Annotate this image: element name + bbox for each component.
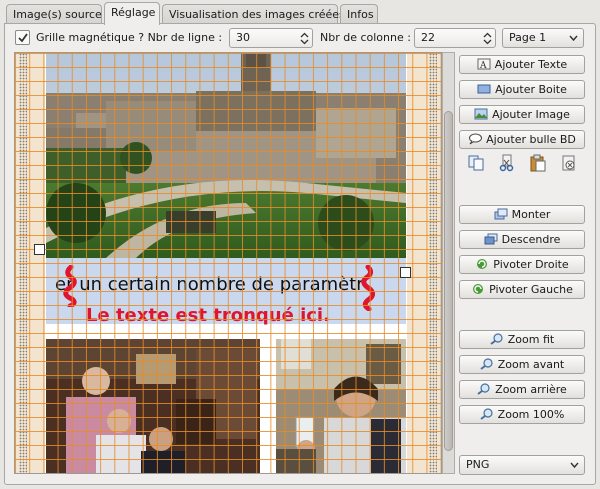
delete-icon[interactable]	[560, 154, 578, 172]
right-squiggle-mark	[361, 265, 376, 311]
add-bubble-button[interactable]: Ajouter bulle BD	[459, 130, 585, 149]
format-select-value: PNG	[466, 458, 490, 471]
left-squiggle-mark	[63, 265, 77, 307]
columns-spinbox[interactable]: 22	[414, 28, 496, 48]
right-ruler-dots	[429, 53, 437, 473]
columns-value: 22	[421, 31, 435, 44]
tab-label: Image(s) source	[13, 8, 102, 21]
canvas-scrollbar[interactable]	[442, 52, 455, 474]
checkmark-icon	[18, 33, 28, 43]
magnetic-grid-checkbox[interactable]	[15, 30, 30, 45]
add-text-button[interactable]: A Ajouter Texte	[459, 55, 585, 74]
textbox-text: er un certain nombre de paramètr	[55, 274, 364, 295]
move-up-button[interactable]: Monter	[459, 205, 585, 224]
tab-bar: Image(s) source Réglage Visualisation de…	[0, 0, 600, 25]
paste-icon[interactable]	[529, 154, 547, 172]
zoom-in-label: Zoom avant	[497, 358, 565, 371]
speech-bubble-icon	[469, 133, 483, 145]
zoom-100-icon	[480, 408, 493, 420]
move-up-icon	[494, 208, 508, 220]
add-image-icon	[474, 108, 488, 120]
family-image	[46, 339, 260, 473]
add-image-label: Ajouter Image	[492, 108, 570, 121]
move-down-icon	[484, 233, 498, 245]
left-ruler-dots	[19, 53, 27, 473]
scrollbar-thumb[interactable]	[444, 111, 453, 451]
rotate-right-label: Pivoter Droite	[493, 258, 569, 271]
cut-icon[interactable]	[498, 154, 516, 172]
chevron-down-icon	[569, 35, 578, 42]
resize-handle-left[interactable]	[34, 244, 45, 255]
rotate-left-icon	[473, 284, 484, 294]
resize-handle-right[interactable]	[400, 267, 411, 278]
zoom-out-label: Zoom arrière	[495, 383, 567, 396]
rotate-right-button[interactable]: Pivoter Droite	[459, 255, 585, 274]
zoom-100-label: Zoom 100%	[497, 408, 565, 421]
add-bubble-label: Ajouter bulle BD	[486, 133, 576, 146]
zoom-out-button[interactable]: Zoom arrière	[459, 380, 585, 399]
move-down-button[interactable]: Descendre	[459, 230, 585, 249]
page-canvas[interactable]: er un certain nombre de paramètr Le text…	[14, 52, 442, 474]
spin-arrows-icon[interactable]	[300, 32, 309, 45]
add-box-icon	[477, 84, 491, 94]
zoom-out-icon	[477, 383, 490, 395]
tab-image-source[interactable]: Image(s) source	[6, 4, 102, 24]
page-select-value: Page 1	[509, 31, 547, 44]
zoom-fit-button[interactable]: Zoom fit	[459, 330, 585, 349]
magnetic-grid-label: Grille magnétique ? Nbr de ligne :	[36, 31, 223, 44]
columns-label: Nbr de colonne :	[320, 31, 411, 44]
girl-image	[276, 339, 406, 473]
tab-reglage[interactable]: Réglage	[104, 2, 160, 25]
cityscape-image	[46, 53, 406, 258]
format-select[interactable]: PNG	[459, 455, 585, 475]
zoom-in-icon	[480, 358, 493, 370]
zoom-fit-label: Zoom fit	[507, 333, 555, 346]
rotate-left-label: Pivoter Gauche	[489, 283, 573, 296]
zoom-in-button[interactable]: Zoom avant	[459, 355, 585, 374]
tab-visualisation[interactable]: Visualisation des images créées	[162, 4, 345, 24]
truncation-warning: Le texte est tronqué ici.	[86, 305, 330, 326]
page-select[interactable]: Page 1	[502, 28, 584, 48]
copy-icon[interactable]	[467, 154, 485, 172]
add-box-button[interactable]: Ajouter Boite	[459, 80, 585, 99]
svg-text:A: A	[479, 61, 487, 70]
rotate-left-button[interactable]: Pivoter Gauche	[459, 280, 585, 299]
photo-girl[interactable]	[276, 339, 406, 473]
photo-cityscape[interactable]	[46, 53, 406, 258]
lines-spinbox[interactable]: 30	[229, 28, 313, 48]
add-image-button[interactable]: Ajouter Image	[459, 105, 585, 124]
tab-label: Réglage	[111, 6, 156, 19]
move-down-label: Descendre	[501, 233, 561, 246]
lines-value: 30	[236, 31, 250, 44]
rotate-right-icon	[477, 259, 488, 269]
tab-label: Visualisation des images créées	[169, 8, 345, 21]
tab-label: Infos	[347, 8, 374, 21]
add-text-label: Ajouter Texte	[494, 58, 568, 71]
tab-infos[interactable]: Infos	[340, 4, 378, 24]
spin-arrows-icon[interactable]	[483, 32, 492, 45]
move-up-label: Monter	[511, 208, 551, 221]
photo-family[interactable]	[46, 339, 260, 473]
add-box-label: Ajouter Boite	[495, 83, 567, 96]
add-text-icon: A	[477, 58, 491, 70]
chevron-down-icon	[570, 462, 579, 469]
magnifier-icon	[490, 333, 503, 345]
zoom-100-button[interactable]: Zoom 100%	[459, 405, 585, 424]
